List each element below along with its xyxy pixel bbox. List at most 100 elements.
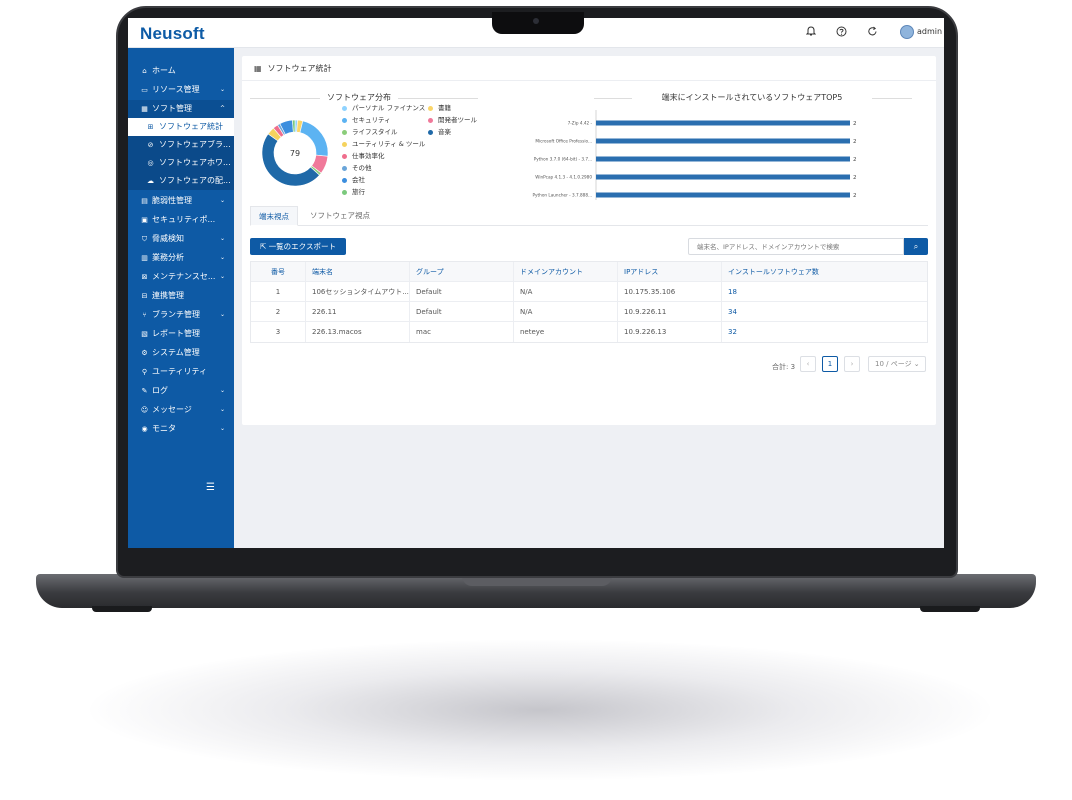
gear-icon: ⚙: [141, 349, 148, 357]
column-header-software-count[interactable]: インストールソフトウェア数: [721, 262, 928, 282]
search-input[interactable]: [688, 238, 904, 255]
table-icon: ▦: [254, 64, 262, 73]
legend-item[interactable]: ユーティリティ & ツール: [342, 138, 425, 148]
log-icon: ✎: [141, 387, 148, 395]
legend-item[interactable]: 書籍: [428, 102, 451, 112]
sidebar-item-log[interactable]: ✎ ログ ⌄: [128, 382, 234, 400]
sidebar-item-software-deploy[interactable]: ☁ ソフトウェアの配...: [128, 172, 234, 190]
bar[interactable]: [596, 120, 850, 126]
collapse-menu-icon[interactable]: ☰: [206, 482, 215, 493]
legend-item[interactable]: 会社: [342, 174, 365, 184]
legend-item[interactable]: パーソナル ファイナンス: [342, 102, 425, 112]
sidebar-item-utility[interactable]: ⚲ ユーティリティ: [128, 363, 234, 381]
sidebar-item-message[interactable]: ☺ メッセージ ⌄: [128, 401, 234, 419]
sidebar-item-maintenance[interactable]: ⊠ メンテナンスセ... ⌄: [128, 268, 234, 286]
legend-dot: [342, 129, 347, 135]
legend-item[interactable]: セキュリティ: [342, 114, 391, 124]
table-row[interactable]: 3 226.13.macos mac neteye 10.9.226.13 32: [251, 322, 927, 342]
legend-label: ユーティリティ & ツール: [352, 140, 426, 148]
page-title: ▦ ソフトウェア統計: [254, 64, 332, 73]
column-header-group[interactable]: グループ: [409, 262, 513, 282]
sidebar-item-business[interactable]: ▥ 業務分析 ⌄: [128, 249, 234, 267]
grid-icon: ▦: [141, 105, 148, 113]
sidebar-item-monitor[interactable]: ◉ モニタ ⌄: [128, 420, 234, 438]
legend-item[interactable]: その他: [342, 162, 372, 172]
bell-icon[interactable]: [804, 26, 818, 40]
tab-software-view[interactable]: ソフトウェア視点: [302, 206, 378, 226]
bar-chart-title: 端末にインストールされているソフトウェアTOP5: [661, 93, 843, 102]
branch-icon: ⑂: [142, 311, 147, 319]
stage: Neusoft admin ⌂ ホーム ▭ リソース管理 ⌄ ▦ ソフト管理 ^ ⊞ ソフト…: [0, 0, 1072, 800]
column-header-ip[interactable]: IPアドレス: [617, 262, 721, 282]
sidebar-item-vulnerability[interactable]: ▤ 脆弱性管理 ⌄: [128, 192, 234, 210]
pie-slice[interactable]: [261, 133, 320, 187]
sidebar-item-software-whitelist[interactable]: ◎ ソフトウェアホワ...: [128, 154, 234, 172]
column-header-number[interactable]: 番号: [251, 262, 305, 282]
legend-label: 仕事効率化: [352, 152, 385, 160]
sidebar-item-system[interactable]: ⚙ システム管理: [128, 344, 234, 362]
next-page-button[interactable]: ›: [844, 356, 860, 372]
chevron-right-icon: ›: [850, 360, 854, 368]
chevron-down-icon: ⌄: [220, 387, 226, 394]
refresh-icon[interactable]: [865, 26, 879, 40]
cell-group: Default: [409, 302, 513, 322]
table-icon: ⊞: [147, 123, 154, 131]
search-icon: ⌕: [913, 242, 919, 251]
bar[interactable]: [596, 192, 850, 198]
sidebar-item-software-blacklist[interactable]: ⊘ ソフトウェアブラ...: [128, 136, 234, 154]
bar[interactable]: [596, 138, 850, 144]
table-row[interactable]: 1 106セッションタイムアウト... Default N/A 10.175.3…: [251, 282, 927, 302]
column-header-terminal[interactable]: 端末名: [305, 262, 409, 282]
user-name[interactable]: admin: [917, 27, 942, 36]
sidebar-item-home[interactable]: ⌂ ホーム: [128, 62, 234, 80]
export-list-button[interactable]: ⇱ 一覧のエクスポート: [250, 238, 346, 255]
bar[interactable]: [596, 156, 850, 162]
legend-item[interactable]: ライフスタイル: [342, 126, 398, 136]
cell-software-count-link[interactable]: 18: [721, 282, 928, 302]
legend-label: その他: [352, 164, 372, 172]
sidebar-item-threat[interactable]: ⛉ 脅威検知 ⌄: [128, 230, 234, 248]
bar[interactable]: [596, 174, 850, 180]
bar-value-label: 2: [853, 175, 857, 181]
bar-category-label: WinPcap 4.1.3 - 4.1.0.2980: [535, 175, 592, 180]
cell-software-count-link[interactable]: 34: [721, 302, 928, 322]
sidebar-item-report[interactable]: ▧ レポート管理: [128, 325, 234, 343]
bar-category-label: Microsoft Office Professio...: [535, 139, 592, 144]
divider: [250, 98, 320, 99]
divider: [872, 98, 912, 99]
column-header-domain[interactable]: ドメインアカウント: [513, 262, 617, 282]
sidebar-item-software-stats[interactable]: ⊞ ソフトウェア統計: [128, 118, 234, 136]
prev-page-button[interactable]: ‹: [800, 356, 816, 372]
tab-terminal-view[interactable]: 端末視点: [250, 206, 298, 226]
legend-item[interactable]: 開発者ツール: [428, 114, 477, 124]
bar-value-label: 2: [853, 157, 857, 163]
pie-slice[interactable]: [299, 120, 329, 157]
cell-group: Default: [409, 282, 513, 302]
avatar[interactable]: [900, 25, 914, 39]
sidebar-item-branch[interactable]: ⑂ ブランチ管理 ⌄: [128, 306, 234, 324]
legend-item[interactable]: 音楽: [428, 126, 451, 136]
search-button[interactable]: ⌕: [904, 238, 928, 255]
cell-software-count-link[interactable]: 32: [721, 322, 928, 342]
wrench-icon: ⚲: [141, 368, 148, 376]
eye-icon: ◉: [141, 425, 148, 433]
cell-terminal: 226.11: [305, 302, 409, 322]
main-panel: ▦ ソフトウェア統計 ソフトウェア分布 79 パーソナル ファイナンス 書籍 セキュリ…: [242, 56, 936, 425]
cell-domain: neteye: [513, 322, 617, 342]
legend-item[interactable]: 仕事効率化: [342, 150, 385, 160]
legend-dot: [342, 177, 347, 183]
legend-item[interactable]: 旅行: [342, 186, 365, 196]
sidebar-item-software[interactable]: ▦ ソフト管理 ^: [128, 100, 234, 118]
table-row[interactable]: 2 226.11 Default N/A 10.9.226.11 34: [251, 302, 927, 322]
block-icon: ⊘: [147, 141, 154, 149]
page-number-button[interactable]: 1: [822, 356, 838, 372]
page-size-select[interactable]: 10 / ページ ⌄: [868, 356, 926, 372]
bar-value-label: 2: [853, 121, 857, 127]
sidebar-item-resource[interactable]: ▭ リソース管理 ⌄: [128, 81, 234, 99]
help-icon[interactable]: [834, 26, 848, 40]
sidebar-item-integration[interactable]: ⊟ 連携管理: [128, 287, 234, 305]
sidebar-item-security-policy[interactable]: ▣ セキュリティポ...: [128, 211, 234, 229]
cell-ip: 10.175.35.106: [617, 282, 721, 302]
pie-chart: 79: [261, 119, 329, 187]
bar-chart: 7-Zip 4.42 - 2 Microsoft Office Professio.…: [533, 110, 857, 200]
